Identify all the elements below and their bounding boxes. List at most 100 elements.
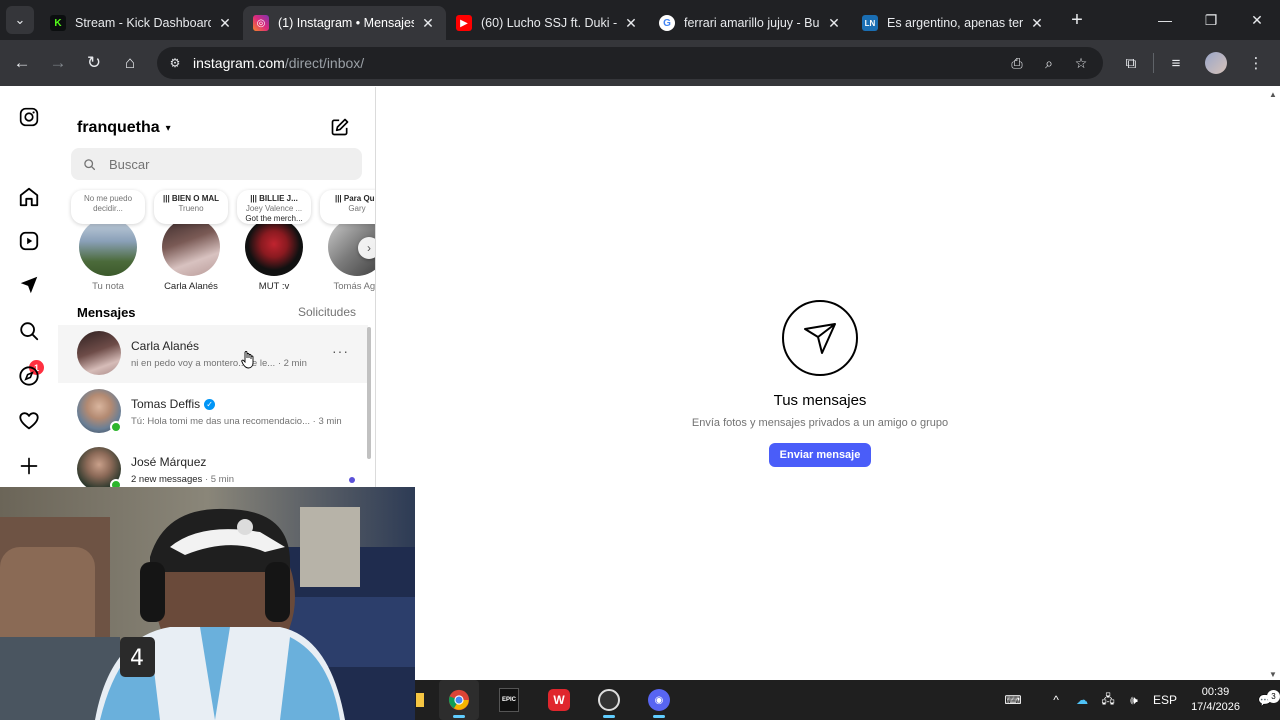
bookmark-star-icon[interactable]: ☆ [1069, 51, 1093, 75]
conversation-list: Carla Alanés ni en pedo voy a montero...… [58, 325, 368, 487]
minimize-button[interactable]: — [1142, 0, 1188, 40]
url-text: instagram.com/direct/inbox/ [193, 55, 364, 71]
volume-icon[interactable]: 🕪 [1122, 688, 1146, 712]
contact-name: Tomas Deffis [131, 397, 201, 411]
tab-google[interactable]: G ferrari amarillo jujuy - Bu ✕ [649, 6, 852, 40]
url-host: instagram.com [193, 55, 285, 71]
back-button[interactable]: ← [4, 45, 40, 81]
compose-icon[interactable] [330, 117, 350, 137]
chevron-up-icon[interactable]: ^ [1044, 688, 1068, 712]
timestamp: · 2 min [277, 358, 307, 369]
file-explorer-icon[interactable] [415, 680, 425, 720]
more-options-icon[interactable]: ··· [332, 343, 349, 359]
home-icon: ⌂ [124, 53, 136, 72]
conversation-item[interactable]: Carla Alanés ni en pedo voy a montero...… [58, 325, 368, 383]
jersey-number: 4 [130, 646, 144, 671]
timestamp: · 5 min [204, 474, 234, 485]
tab-kick[interactable]: K Stream - Kick Dashboard ✕ [40, 6, 243, 40]
keyboard-icon[interactable]: ⌨ [1001, 688, 1025, 712]
clock[interactable]: 00:39 17/4/2026 [1191, 685, 1240, 715]
online-indicator [110, 421, 122, 433]
notification-center-button[interactable]: 💬 3 [1250, 689, 1280, 707]
epic-games-icon[interactable]: EPIC [489, 680, 529, 720]
conversation-name: José Márquez [131, 455, 206, 469]
webcam-image: 4 [0, 487, 415, 720]
reload-button[interactable]: ↻ [76, 45, 112, 81]
page-scrollbar[interactable]: ▲ ▼ [1266, 87, 1280, 680]
search-icon[interactable] [17, 319, 41, 343]
home-button[interactable]: ⌂ [112, 45, 148, 81]
notification-count-badge: 3 [1267, 689, 1280, 703]
timestamp: · 3 min [312, 416, 342, 427]
empty-state-title: Tus mensajes [773, 392, 867, 409]
profile-button[interactable] [1198, 45, 1234, 81]
instagram-logo-icon[interactable] [17, 105, 41, 129]
conversation-item[interactable]: José Márquez 2 new messages · 5 min [58, 441, 368, 487]
home-icon[interactable] [17, 185, 41, 209]
webcam-overlay: 4 [0, 487, 415, 720]
instagram-nav-rail: 1 [0, 87, 58, 487]
send-message-button[interactable]: Enviar mensaje [769, 443, 871, 467]
avatar [79, 218, 137, 276]
window-close-button[interactable]: ✕ [1234, 0, 1280, 40]
close-icon[interactable]: ✕ [1029, 15, 1045, 32]
wps-office-icon[interactable]: W [539, 680, 579, 720]
note-text: Trueno [178, 204, 204, 213]
chrome-icon[interactable] [439, 680, 479, 720]
obs-icon[interactable] [589, 680, 629, 720]
address-bar[interactable]: ⚙ instagram.com/direct/inbox/ ⎙ ⌕ ☆ [157, 47, 1103, 79]
discord-icon[interactable]: ◉ [639, 680, 679, 720]
username: franquetha [77, 119, 160, 136]
note-item[interactable]: ||| BIEN O MAL Trueno Carla Alanés [153, 190, 229, 292]
notes-tray: No me puedo decidir... Tu nota ||| BIEN O… [68, 190, 375, 300]
scroll-down-icon[interactable]: ▼ [1269, 670, 1277, 679]
heart-icon[interactable] [17, 409, 41, 433]
install-app-icon[interactable]: ⎙ [1005, 51, 1029, 75]
extensions-icon[interactable]: ⧉ [1113, 45, 1149, 81]
note-text: Joey Valence ... [245, 204, 303, 213]
note-label: Carla Alanés [164, 281, 218, 292]
create-plus-icon[interactable] [17, 454, 41, 478]
new-tab-button[interactable]: + [1061, 4, 1093, 36]
restore-button[interactable]: ❐ [1188, 0, 1234, 40]
zoom-icon[interactable]: ⌕ [1037, 51, 1061, 75]
forward-button[interactable]: → [40, 45, 76, 81]
requests-link[interactable]: Solicitudes [298, 305, 356, 319]
tab-title: Es argentino, apenas tern [887, 16, 1023, 30]
search-input[interactable]: Buscar [71, 148, 362, 180]
scroll-up-icon[interactable]: ▲ [1269, 90, 1277, 99]
media-control-icon[interactable]: ≡ [1158, 45, 1194, 81]
avatar [77, 331, 121, 375]
close-icon[interactable]: ✕ [623, 15, 639, 32]
close-icon[interactable]: ✕ [420, 15, 436, 32]
note-text: Got the merch... [245, 214, 303, 223]
chevron-right-icon[interactable]: › [358, 237, 375, 259]
onedrive-icon[interactable]: ☁ [1070, 688, 1094, 712]
note-item[interactable]: ||| BILLIE J... Joey Valence ... Got the m… [236, 190, 312, 292]
tab-lanacion[interactable]: LN Es argentino, apenas tern ✕ [852, 6, 1055, 40]
reels-icon[interactable] [17, 229, 41, 253]
network-icon[interactable]: 🖧 [1096, 688, 1120, 712]
messages-icon[interactable] [17, 273, 41, 297]
system-tray: ⌨ ^ ☁ 🖧 🕪 ESP 00:39 17/4/2026 💬 3 [1000, 680, 1280, 720]
close-icon[interactable]: ✕ [217, 15, 233, 32]
account-switcher[interactable]: franquetha ▾ [77, 119, 171, 137]
explore-icon[interactable] [17, 364, 41, 388]
chat-main-pane: Tus mensajes Envía fotos y mensajes priv… [376, 87, 1266, 680]
mouse-cursor-icon [241, 351, 255, 372]
youtube-icon: ▶ [456, 15, 472, 31]
close-icon[interactable]: ✕ [826, 15, 842, 32]
site-info-icon[interactable]: ⚙ [165, 53, 185, 73]
instagram-icon: ◎ [253, 15, 269, 31]
conversation-item[interactable]: Tomas Deffis ✓ Tú: Hola tomi me das una r… [58, 383, 368, 441]
avatar [1205, 52, 1227, 74]
tab-search-button[interactable]: ⌄ [0, 0, 40, 40]
note-item[interactable]: No me puedo decidir... Tu nota [70, 190, 146, 292]
tab-youtube[interactable]: ▶ (60) Lucho SSJ ft. Duki - F ✕ [446, 6, 649, 40]
menu-dots-icon[interactable]: ⋮ [1238, 45, 1274, 81]
tab-instagram[interactable]: ◎ (1) Instagram • Mensajes ✕ [243, 6, 446, 40]
messages-heading: Mensajes [77, 305, 136, 320]
scrollbar[interactable] [367, 327, 371, 459]
tab-title: (60) Lucho SSJ ft. Duki - F [481, 16, 617, 30]
language-indicator[interactable]: ESP [1148, 688, 1182, 712]
